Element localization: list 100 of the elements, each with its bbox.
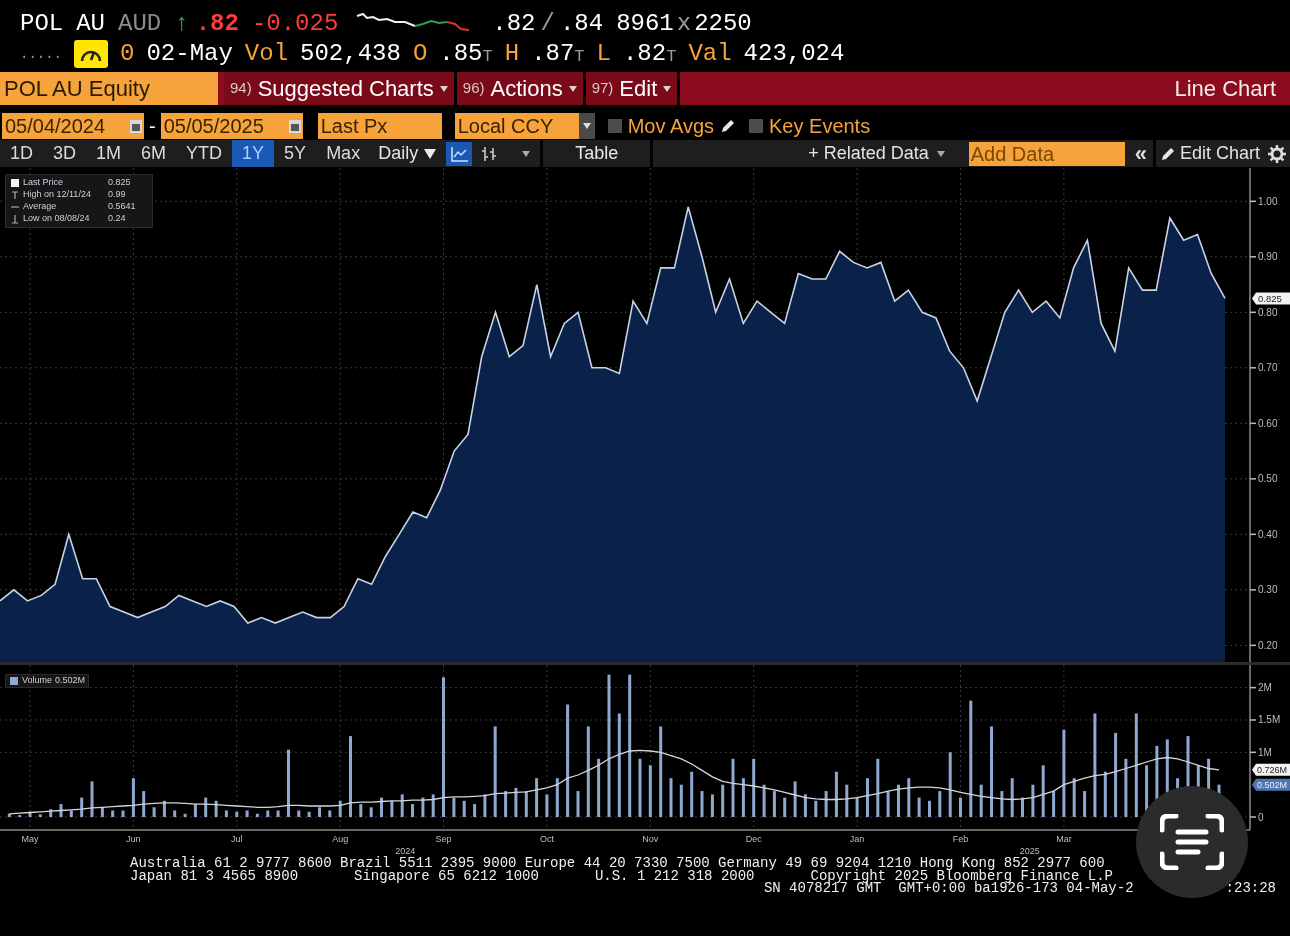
period-tab[interactable]: YTD bbox=[176, 140, 233, 167]
volume-bar bbox=[1010, 778, 1014, 817]
frequency-dropdown[interactable]: Daily bbox=[370, 140, 445, 167]
legend-label: Average bbox=[23, 200, 58, 214]
footer-text: Australia 61 2 9777 8600 Brazil 5511 2395 9000 Europe 44 20 7330 7500 Germany 49 69 9204 1210 Hong Kong 852 2977 600 bbox=[130, 857, 1105, 870]
related-data-button[interactable]: + Related Data bbox=[802, 140, 951, 167]
volume-bar bbox=[1072, 778, 1076, 817]
caret-icon bbox=[522, 150, 531, 157]
edit-chart-button[interactable]: Edit Chart bbox=[1152, 140, 1264, 167]
axis-tick-label: 0.30 bbox=[1258, 584, 1278, 596]
checkbox[interactable] bbox=[607, 119, 622, 133]
footer-text: Copyright 2025 Bloomberg Finance L.P bbox=[810, 869, 1113, 882]
add-data-field[interactable]: Add Data bbox=[968, 141, 1125, 166]
legend-label: High on 12/11/24 bbox=[23, 188, 92, 202]
date-field[interactable]: 05/05/2025 bbox=[160, 113, 303, 139]
volume-bar bbox=[814, 800, 818, 817]
legend-label: Volume bbox=[22, 674, 53, 688]
axis-tick-label: 2M bbox=[1258, 682, 1272, 694]
legend-value: 0.5641 bbox=[108, 200, 136, 214]
bid-price: .82 bbox=[492, 10, 536, 38]
volume-bar bbox=[855, 797, 859, 817]
volume-bar bbox=[162, 800, 166, 817]
volume-bar bbox=[400, 794, 404, 817]
volume-bar bbox=[483, 794, 487, 817]
window-title: Line Chart bbox=[1174, 75, 1277, 103]
currency-dropdown[interactable]: Local CCY bbox=[454, 113, 595, 139]
volume-bar bbox=[204, 797, 208, 817]
axis-tick-label: Jul bbox=[231, 834, 243, 844]
axis-tick-label: Oct bbox=[539, 834, 554, 844]
period-tab[interactable]: 5Y bbox=[274, 140, 317, 167]
calendar-icon bbox=[288, 119, 301, 133]
volume-bar bbox=[690, 771, 694, 817]
volume-bar bbox=[948, 752, 952, 817]
field-select[interactable]: Last Px bbox=[317, 113, 442, 139]
checkbox[interactable] bbox=[749, 119, 763, 133]
period-tab[interactable]: 6M bbox=[131, 140, 177, 167]
legend-value: 0.825 bbox=[108, 176, 131, 190]
volume-bar bbox=[359, 804, 363, 817]
quote-date: 02-May bbox=[146, 40, 233, 68]
period-tab[interactable]: 1Y bbox=[232, 140, 275, 167]
volume-bar bbox=[752, 758, 756, 817]
field-suffix: T bbox=[574, 46, 585, 68]
pencil-icon bbox=[1159, 145, 1176, 162]
volume-bar bbox=[307, 811, 311, 817]
volume-bar bbox=[318, 807, 321, 817]
option-label[interactable]: Key Events bbox=[769, 111, 871, 141]
ticker: POL bbox=[20, 10, 64, 38]
volume-bar bbox=[700, 791, 704, 817]
table-button[interactable]: Table bbox=[540, 140, 651, 167]
status-dots: ..... bbox=[20, 45, 62, 64]
collapse-button[interactable]: « bbox=[1128, 140, 1153, 167]
text-scan-icon bbox=[1160, 814, 1224, 870]
date-field[interactable]: 05/04/2024 bbox=[2, 113, 144, 139]
volume-bar bbox=[100, 807, 104, 817]
period-tab[interactable]: 1D bbox=[0, 140, 43, 167]
volume-bar bbox=[710, 794, 714, 817]
field-value: .82 bbox=[622, 40, 667, 68]
axis-tick-label: Jun bbox=[126, 834, 141, 844]
times-sign: x bbox=[676, 10, 692, 38]
caret-icon bbox=[582, 123, 591, 129]
field-suffix: T bbox=[482, 47, 493, 68]
volume-bar bbox=[576, 791, 580, 817]
axis-tick-label: Sep bbox=[435, 834, 452, 844]
volume-bar bbox=[452, 797, 456, 817]
axis-tick-label: Feb bbox=[952, 834, 969, 844]
axis-tick-label: 0.70 bbox=[1258, 362, 1278, 374]
bar-legend-icon bbox=[9, 676, 19, 686]
volume-bar bbox=[1124, 758, 1128, 817]
security-field[interactable]: POL AU Equity bbox=[0, 72, 218, 105]
volume-bar bbox=[69, 810, 73, 817]
volume-bar bbox=[597, 758, 601, 817]
chart-type-button[interactable] bbox=[446, 141, 473, 166]
volume-bar bbox=[648, 765, 652, 817]
volume-bar bbox=[762, 784, 766, 817]
menu-button[interactable]: 94) Suggested Charts bbox=[224, 72, 457, 105]
trend-arrow: ↑ bbox=[174, 10, 189, 38]
field-suffix: T bbox=[666, 46, 677, 68]
field-label: O bbox=[412, 40, 428, 68]
volume-bar bbox=[224, 810, 228, 817]
period-tab[interactable]: Max bbox=[316, 140, 371, 167]
volume-bar bbox=[834, 771, 838, 817]
volume-bar bbox=[7, 813, 11, 817]
legend-label: Last Price bbox=[23, 176, 65, 190]
volume-bar bbox=[907, 778, 911, 817]
volume-bar bbox=[721, 784, 725, 817]
menu-button[interactable]: 96) Actions bbox=[456, 72, 586, 105]
volume-bar bbox=[824, 791, 828, 817]
field-value: .85 bbox=[439, 40, 483, 68]
volume-bar bbox=[1041, 765, 1045, 817]
axis-tick-label: Mar bbox=[1056, 834, 1072, 844]
exchange: AU bbox=[76, 10, 106, 38]
option-label[interactable]: Mov Avgs bbox=[627, 111, 714, 141]
menu-button[interactable]: 97) Edit bbox=[585, 72, 681, 105]
axis-tick-label: 0.60 bbox=[1258, 417, 1278, 429]
period-tab[interactable]: 1M bbox=[86, 140, 132, 167]
footer-text: Japan 81 3 4565 8900 bbox=[130, 869, 299, 882]
caret-icon bbox=[568, 85, 577, 92]
square-icon bbox=[10, 178, 20, 188]
high-marker-icon bbox=[10, 190, 20, 200]
period-tab[interactable]: 3D bbox=[43, 140, 87, 167]
